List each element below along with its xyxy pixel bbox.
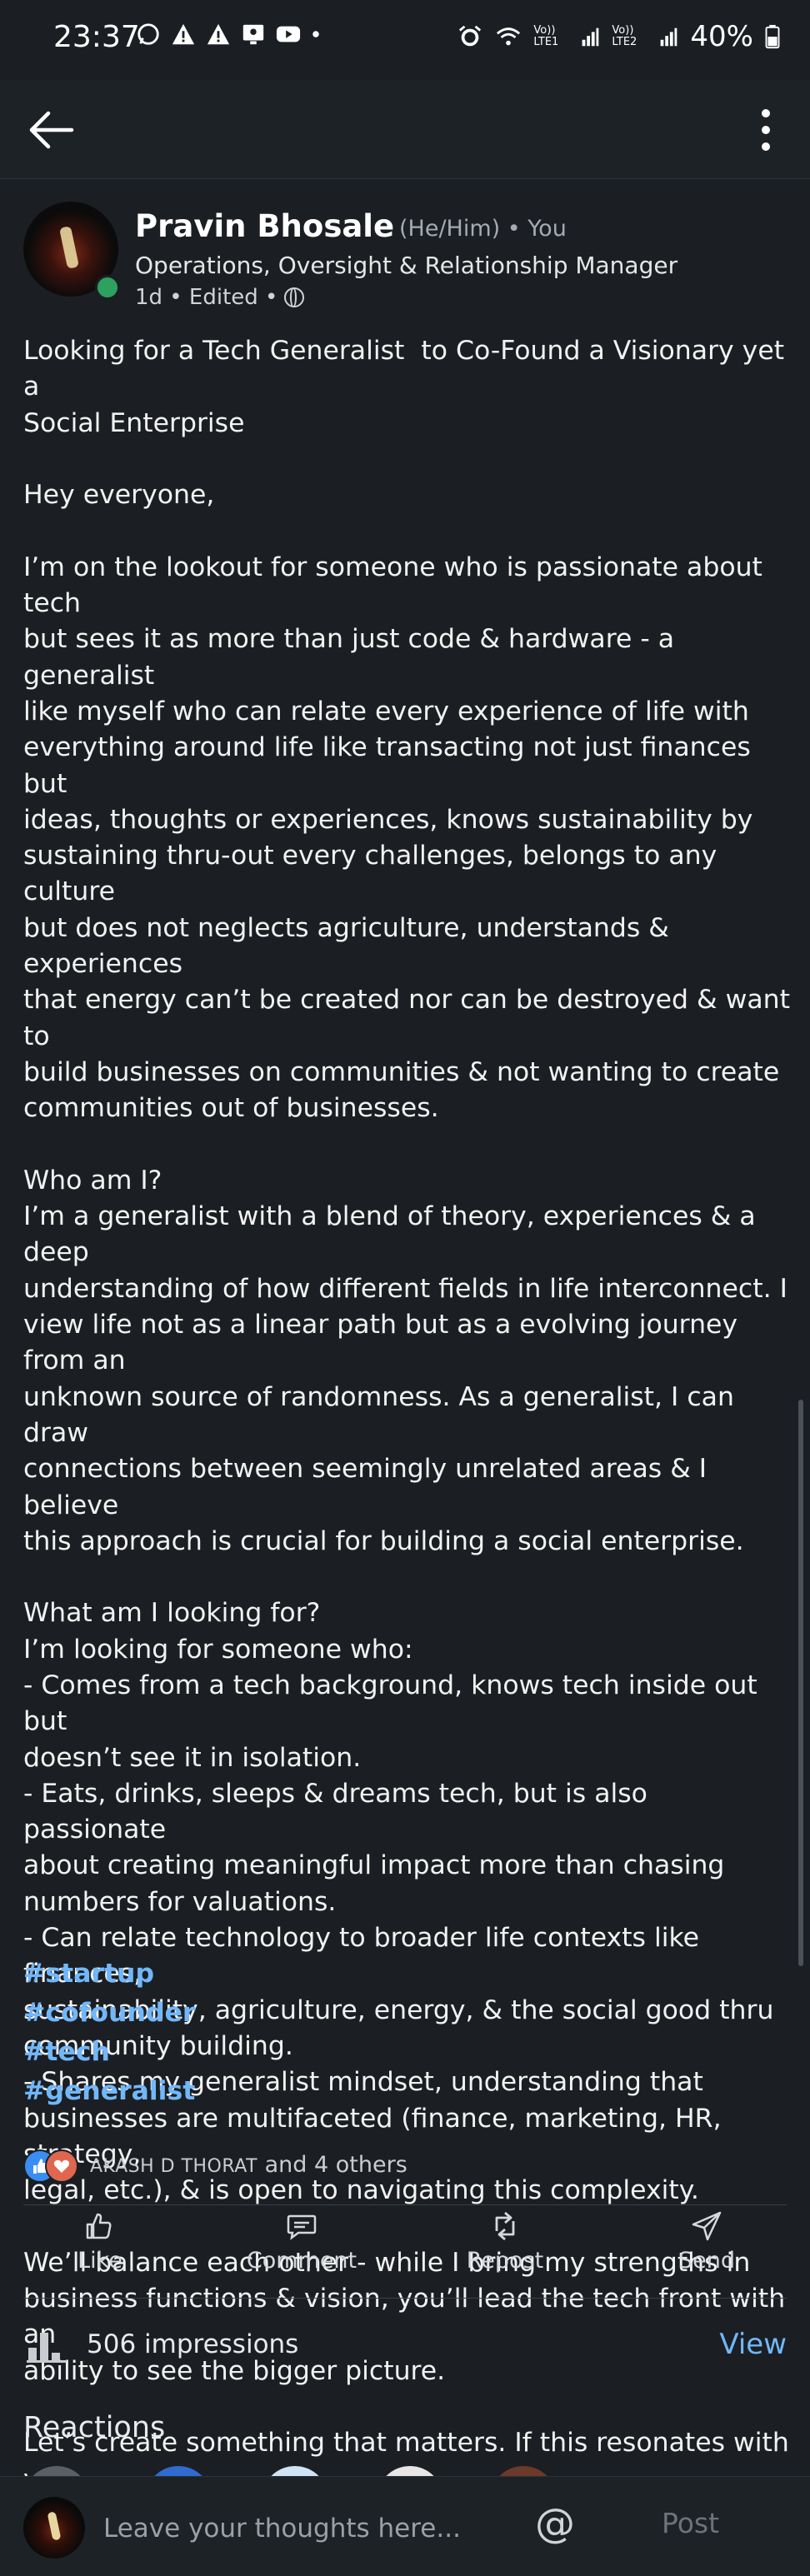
back-arrow-icon[interactable] xyxy=(25,103,78,157)
post-line: I’m a generalist with a blend of theory,… xyxy=(23,1201,764,1268)
scrollbar[interactable] xyxy=(798,1400,803,1966)
post-line: I’m looking for someone who: xyxy=(23,1634,413,1665)
author-headline: Operations, Oversight & Relationship Man… xyxy=(135,252,678,279)
post-line: - Comes from a tech background, knows te… xyxy=(23,1670,766,1737)
post-line: Who am I? xyxy=(23,1165,162,1196)
signal-icon xyxy=(582,27,599,47)
hashtag-link[interactable]: #tech xyxy=(23,2033,195,2072)
reaction-icons xyxy=(23,2148,82,2183)
network-label-1: Vo)) LTE1 xyxy=(533,24,559,48)
reactions-heading: Reactions xyxy=(23,2411,166,2444)
post-text: Looking for a Tech Generalist to Co-Foun… xyxy=(23,333,790,2534)
post-line: Looking for a Tech Generalist to Co-Foun… xyxy=(23,336,793,402)
post-line xyxy=(23,442,790,477)
hashtag-link[interactable]: #generalist xyxy=(23,2072,195,2111)
alarm-icon xyxy=(459,25,482,47)
post-line: Hey everyone, xyxy=(23,480,215,511)
mention-button[interactable]: @ xyxy=(535,2500,575,2547)
post-line: but sees it as more than just code & har… xyxy=(23,624,683,691)
post-line: What am I looking for? xyxy=(23,1598,321,1629)
battery-percent: 40% xyxy=(690,20,753,53)
post-line: unknown source of randomness. As a gener… xyxy=(23,1381,742,1448)
divider xyxy=(23,2298,787,2299)
hashtag-link[interactable]: #cofounder xyxy=(23,1994,195,2033)
analytics-icon xyxy=(27,2333,67,2363)
comment-icon xyxy=(287,2214,317,2240)
signal-icon xyxy=(661,27,678,47)
send-icon xyxy=(692,2211,722,2241)
send-button[interactable]: Send xyxy=(632,2209,782,2274)
post-comment-button[interactable]: Post xyxy=(662,2507,719,2539)
like-button[interactable]: Like xyxy=(25,2209,175,2274)
avatar xyxy=(23,2497,85,2559)
post-line: like myself who can relate every experie… xyxy=(23,696,749,726)
like-label: Like xyxy=(78,2248,122,2274)
author-pronouns: (He/Him) • You xyxy=(399,216,567,242)
send-label: Send xyxy=(678,2248,735,2274)
warning-icon xyxy=(172,23,195,45)
post-time: 1d • Edited • xyxy=(135,285,278,310)
reactor-name: AKASH D THORAT xyxy=(90,2155,258,2177)
online-status-icon xyxy=(95,275,120,300)
post-actions: Like Comment Repost Send xyxy=(0,2209,810,2284)
comment-label: Comment xyxy=(246,2248,358,2274)
reactor-others: and 4 others xyxy=(258,2151,408,2178)
reactions-summary[interactable]: AKASH D THORAT and 4 others xyxy=(23,2146,408,2183)
globe-icon xyxy=(284,287,305,307)
status-time: 23:37 xyxy=(53,20,140,54)
impressions-row: 506 impressions View xyxy=(23,2324,787,2368)
post-line: communities out of businesses. xyxy=(23,1093,439,1124)
divider xyxy=(23,2204,787,2205)
post-line: about creating meaningful impact more th… xyxy=(23,1850,725,1881)
post-line: I’m on the lookout for someone who is pa… xyxy=(23,552,771,619)
comment-input[interactable] xyxy=(102,2507,505,2550)
post-author: Pravin Bhosale (He/Him) • You Operations… xyxy=(23,202,790,310)
hashtag-list: #startup #cofounder #tech #generalist xyxy=(23,1954,195,2111)
hashtag-link[interactable]: #startup xyxy=(23,1954,195,1994)
impressions-count: 506 impressions xyxy=(87,2329,299,2359)
post-line: this approach is crucial for building a … xyxy=(23,1525,744,1556)
comment-composer: @ Post xyxy=(0,2476,810,2576)
love-reaction-icon xyxy=(45,2149,78,2183)
post-line: - Eats, drinks, sleeps & dreams tech, bu… xyxy=(23,1778,656,1845)
post-line xyxy=(23,1127,790,1163)
dot-icon xyxy=(312,31,319,37)
repost-label: Repost xyxy=(466,2248,544,2274)
warning-icon xyxy=(207,23,230,45)
post-meta: 1d • Edited • xyxy=(135,285,305,310)
screen-icon xyxy=(242,24,264,45)
system-icons: Vo)) LTE1 Vo)) LTE2 40% xyxy=(457,20,780,53)
view-analytics-link[interactable]: View xyxy=(719,2328,787,2361)
repost-icon xyxy=(495,2211,515,2241)
post-line: that energy can’t be created nor can be … xyxy=(23,985,798,1051)
reactions-text: AKASH D THORAT and 4 others xyxy=(90,2152,408,2178)
author-name[interactable]: Pravin Bhosale xyxy=(135,208,394,244)
post-line: ideas, thoughts or experiences, knows su… xyxy=(23,804,753,835)
post-line: build businesses on communities & not wa… xyxy=(23,1056,780,1087)
post-line: connections between seemingly unrelated … xyxy=(23,1454,716,1520)
network-label-2: Vo)) LTE2 xyxy=(612,24,638,48)
more-options-icon[interactable] xyxy=(745,103,787,157)
battery-icon xyxy=(765,24,780,49)
post-line: numbers for valuations. xyxy=(23,1886,337,1917)
app-bar xyxy=(0,80,810,179)
post-line: doesn’t see it in isolation. xyxy=(23,1742,362,1773)
post-line: view life not as a linear path but as a … xyxy=(23,1310,747,1376)
post-line: sustaining thru-out every challenges, be… xyxy=(23,841,726,907)
post-line: but does not neglects agriculture, under… xyxy=(23,912,678,980)
comment-button[interactable]: Comment xyxy=(227,2209,377,2274)
post-line xyxy=(23,513,790,549)
notification-icons xyxy=(135,22,322,47)
post-line: understanding of how different fields in… xyxy=(23,1273,788,1304)
post-line: everything around life like transacting … xyxy=(23,732,759,799)
status-bar: 23:37 Vo)) LTE1 Vo)) LTE2 40% xyxy=(0,0,810,80)
repost-button[interactable]: Repost xyxy=(430,2209,580,2274)
post-line xyxy=(23,1560,790,1595)
post-line: Social Enterprise xyxy=(23,407,245,438)
thumbs-up-icon xyxy=(86,2213,112,2239)
youtube-icon xyxy=(276,26,301,42)
whatsapp-icon xyxy=(138,23,159,45)
wifi-icon xyxy=(497,27,521,46)
